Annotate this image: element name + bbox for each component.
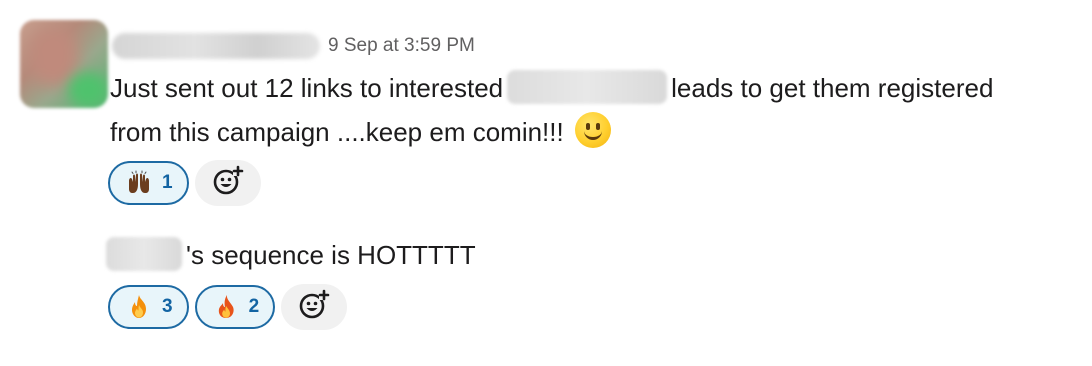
add-reaction-button[interactable] [194,160,261,206]
avatar-blur-shape [68,72,108,108]
fire-emoji [126,294,152,320]
reaction-bar: 1 [108,160,261,206]
reaction-count: 3 [162,296,173,317]
fire-emoji [213,294,239,320]
redacted-sender-name[interactable] [112,33,320,59]
reaction-count: 2 [248,296,260,317]
add-reaction-button[interactable] [281,284,348,330]
raised-hands-emoji [126,170,152,196]
slightly-smiling-face-emoji [574,112,611,149]
message-text-part: Just sent out 12 links to interested [110,73,504,103]
redacted-person-name [106,237,182,272]
reaction-fire-alt[interactable]: 2 [194,285,276,329]
message-timestamp[interactable]: 9 Sep at 3:59 PM [328,35,475,57]
message-text: Just sent out 12 links to interested lead… [110,66,1010,154]
reaction-fire[interactable]: 3 [108,285,189,329]
avatar-blur-shape [30,28,78,86]
add-emoji-icon [211,164,245,203]
user-avatar[interactable] [20,20,108,108]
message-header: 9 Sep at 3:59 PM [112,28,475,64]
reaction-bar: 3 2 [108,284,348,330]
add-emoji-icon [297,288,331,327]
reaction-count: 1 [162,172,173,193]
message-text: 's sequence is HOTTTTT [106,233,476,277]
message-text-part: 's sequence is HOTTTTT [186,240,476,270]
redacted-company-name [507,70,668,105]
reaction-raised-hands[interactable]: 1 [108,161,189,205]
